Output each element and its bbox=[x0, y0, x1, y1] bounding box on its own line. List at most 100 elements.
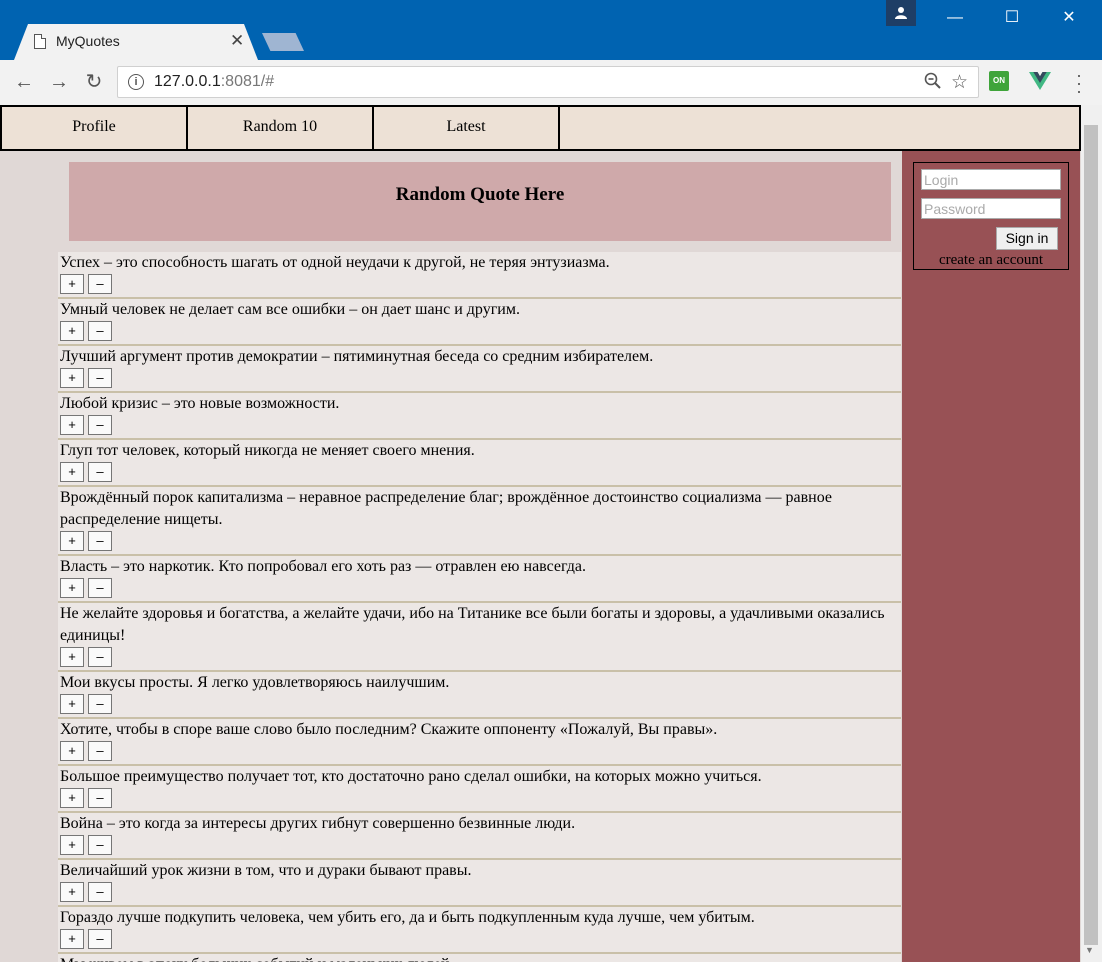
upvote-button[interactable]: + bbox=[60, 835, 84, 855]
downvote-button[interactable]: – bbox=[88, 531, 112, 551]
vote-buttons: + – bbox=[58, 415, 901, 437]
title-bar: MyQuotes ✕ — ☐ ✕ bbox=[0, 0, 1102, 60]
forward-arrow-icon[interactable]: → bbox=[48, 71, 70, 93]
vue-devtools-icon[interactable] bbox=[1029, 72, 1051, 95]
quote-item: Власть – это наркотик. Кто попробовал ег… bbox=[58, 556, 901, 603]
upvote-button[interactable]: + bbox=[60, 368, 84, 388]
tab-close-icon[interactable]: ✕ bbox=[230, 31, 244, 51]
address-bar[interactable]: i 127.0.0.1:8081/# ☆ bbox=[117, 66, 979, 98]
upvote-button[interactable]: + bbox=[60, 462, 84, 482]
quote-item: Мы живем в эпоху больших событий и мален… bbox=[58, 954, 901, 962]
browser-toolbar: ← → ↻ i 127.0.0.1:8081/# ☆ ON · · · bbox=[0, 60, 1102, 106]
quote-item: Лучший аргумент против демократии – пяти… bbox=[58, 346, 901, 393]
scroll-down-arrow-icon[interactable]: ▼ bbox=[1085, 945, 1094, 955]
quote-text: Умный человек не делает сам все ошибки –… bbox=[60, 301, 520, 318]
upvote-button[interactable]: + bbox=[60, 415, 84, 435]
nav-random-10[interactable]: Random 10 bbox=[188, 107, 374, 149]
quote-text: Любой кризис – это новые возможности. bbox=[60, 395, 340, 412]
quote-list: Успех – это способность шагать от одной … bbox=[58, 252, 901, 962]
nav-profile[interactable]: Profile bbox=[2, 107, 188, 149]
browser-window: MyQuotes ✕ — ☐ ✕ ← → ↻ i 127.0.0.1:8081/… bbox=[0, 0, 1102, 962]
downvote-button[interactable]: – bbox=[88, 647, 112, 667]
downvote-button[interactable]: – bbox=[88, 694, 112, 714]
vote-buttons: + – bbox=[58, 578, 901, 600]
quote-item: Мои вкусы просты. Я легко удовлетворяюсь… bbox=[58, 672, 901, 719]
create-account-link[interactable]: create an account bbox=[914, 252, 1068, 269]
bookmark-star-icon[interactable]: ☆ bbox=[951, 71, 968, 94]
vote-buttons: + – bbox=[58, 321, 901, 343]
tab-title: MyQuotes bbox=[56, 33, 120, 49]
quote-item: Глуп тот человек, который никогда не мен… bbox=[58, 440, 901, 487]
quote-item: Большое преимущество получает тот, кто д… bbox=[58, 766, 901, 813]
quote-item: Не желайте здоровья и богатства, а желай… bbox=[58, 603, 901, 672]
close-window-button[interactable]: ✕ bbox=[1046, 0, 1092, 36]
vote-buttons: + – bbox=[58, 274, 901, 296]
quote-text: Власть – это наркотик. Кто попробовал ег… bbox=[60, 558, 587, 575]
vote-buttons: + – bbox=[58, 462, 901, 484]
url-text[interactable]: 127.0.0.1:8081/# bbox=[154, 73, 274, 91]
login-field[interactable] bbox=[921, 169, 1061, 190]
new-tab-button[interactable] bbox=[262, 33, 304, 51]
quote-text: Мы живем в эпоху больших событий и мален… bbox=[58, 954, 901, 962]
login-form: Sign in create an account bbox=[913, 162, 1069, 270]
quote-text: Война – это когда за интересы других гиб… bbox=[60, 815, 576, 832]
nav-latest[interactable]: Latest bbox=[374, 107, 560, 149]
reload-icon[interactable]: ↻ bbox=[83, 71, 105, 93]
password-field[interactable] bbox=[921, 198, 1061, 219]
quote-text: Не желайте здоровья и богатства, а желай… bbox=[60, 605, 885, 644]
back-arrow-icon[interactable]: ← bbox=[13, 71, 35, 93]
upvote-button[interactable]: + bbox=[60, 929, 84, 949]
vote-buttons: + – bbox=[58, 694, 901, 716]
downvote-button[interactable]: – bbox=[88, 835, 112, 855]
page-scrollbar[interactable]: ▼ bbox=[1081, 105, 1102, 962]
sign-in-button[interactable]: Sign in bbox=[996, 227, 1058, 250]
upvote-button[interactable]: + bbox=[60, 882, 84, 902]
upvote-button[interactable]: + bbox=[60, 531, 84, 551]
vote-buttons: + – bbox=[58, 368, 901, 390]
upvote-button[interactable]: + bbox=[60, 788, 84, 808]
upvote-button[interactable]: + bbox=[60, 694, 84, 714]
vote-buttons: + – bbox=[58, 929, 901, 951]
extension-on-icon[interactable]: ON bbox=[989, 71, 1009, 91]
downvote-button[interactable]: – bbox=[88, 578, 112, 598]
downvote-button[interactable]: – bbox=[88, 462, 112, 482]
upvote-button[interactable]: + bbox=[60, 578, 84, 598]
vote-buttons: + – bbox=[58, 531, 901, 553]
downvote-button[interactable]: – bbox=[88, 274, 112, 294]
browser-tab[interactable]: MyQuotes ✕ bbox=[14, 24, 258, 60]
upvote-button[interactable]: + bbox=[60, 274, 84, 294]
maximize-button[interactable]: ☐ bbox=[989, 0, 1035, 36]
scrollbar-thumb[interactable] bbox=[1084, 125, 1098, 945]
random-quote-banner: Random Quote Here bbox=[69, 162, 891, 241]
quote-text: Хотите, чтобы в споре ваше слово было по… bbox=[60, 721, 718, 738]
minimize-button[interactable]: — bbox=[932, 0, 978, 36]
downvote-button[interactable]: – bbox=[88, 741, 112, 761]
upvote-button[interactable]: + bbox=[60, 647, 84, 667]
upvote-button[interactable]: + bbox=[60, 321, 84, 341]
quote-item: Хотите, чтобы в споре ваше слово было по… bbox=[58, 719, 901, 766]
quote-item: Гораздо лучше подкупить человека, чем уб… bbox=[58, 907, 901, 954]
quote-text: Большое преимущество получает тот, кто д… bbox=[60, 768, 762, 785]
info-icon[interactable]: i bbox=[128, 74, 144, 90]
quote-text: Врождённый порок капитализма – неравное … bbox=[60, 489, 833, 528]
vote-buttons: + – bbox=[58, 882, 901, 904]
downvote-button[interactable]: – bbox=[88, 415, 112, 435]
upvote-button[interactable]: + bbox=[60, 741, 84, 761]
quote-item: Врождённый порок капитализма – неравное … bbox=[58, 487, 901, 556]
downvote-button[interactable]: – bbox=[88, 321, 112, 341]
person-icon bbox=[895, 7, 907, 19]
quote-item: Успех – это способность шагать от одной … bbox=[58, 252, 901, 299]
web-page: Profile Random 10 Latest Random Quote He… bbox=[0, 105, 1102, 962]
downvote-button[interactable]: – bbox=[88, 929, 112, 949]
quote-text: Глуп тот человек, который никогда не мен… bbox=[60, 442, 475, 459]
downvote-button[interactable]: – bbox=[88, 788, 112, 808]
zoom-icon[interactable] bbox=[924, 72, 942, 95]
downvote-button[interactable]: – bbox=[88, 368, 112, 388]
user-profile-button[interactable] bbox=[886, 0, 916, 26]
downvote-button[interactable]: – bbox=[88, 882, 112, 902]
quote-item: Величайший урок жизни в том, что и дурак… bbox=[58, 860, 901, 907]
page-icon bbox=[34, 34, 46, 49]
vote-buttons: + – bbox=[58, 741, 901, 763]
quote-item: Любой кризис – это новые возможности. + – bbox=[58, 393, 901, 440]
browser-menu-icon[interactable]: · · · bbox=[1071, 66, 1087, 100]
